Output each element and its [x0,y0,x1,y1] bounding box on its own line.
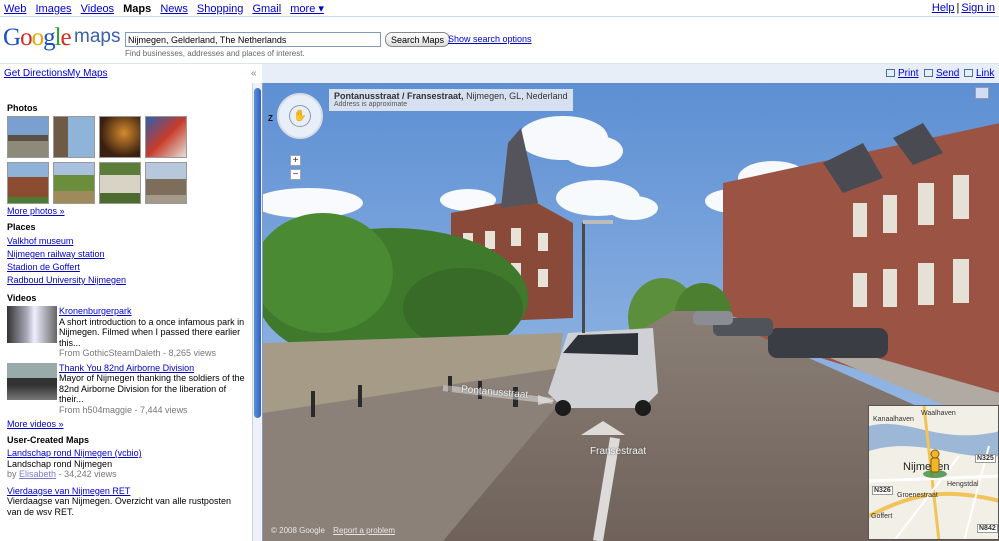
street-name: Pontanusstraat / Fransestraat, [334,91,464,101]
user-map-title-link[interactable]: Vierdaagse van Nijmegen RET [7,486,130,496]
user-map-title-link[interactable]: Landschap rond Nijmegen (vcbio) [7,448,142,458]
user-map-by: by [7,469,17,479]
nav-gmail[interactable]: Gmail [252,3,281,15]
user-map-description: Landschap rond Nijmegen [7,458,113,469]
more-videos-link[interactable]: More videos » [7,419,245,429]
photo-thumbnail[interactable] [99,116,141,158]
photo-thumbnail[interactable] [7,116,49,158]
user-map-result: Vierdaagse van Nijmegen RET Vierdaagse v… [7,486,245,518]
video-result: Thank You 82nd Airborne Division Mayor o… [7,362,245,416]
pegman-icon[interactable] [921,448,949,480]
place-link[interactable]: Valkhof museum [7,235,245,248]
header: Google maps Search Maps Show search opti… [0,18,999,62]
search-input[interactable] [125,32,381,47]
map-street-label: Hengstdal [947,481,979,488]
hand-grab-icon[interactable]: ✋ [289,105,311,127]
nav-shopping[interactable]: Shopping [197,3,244,15]
google-logo[interactable]: Google [3,24,72,52]
copyright-notice: © 2008 Google Report a problem [271,526,395,535]
left-panel: Photos More photos » Places Valkhof muse… [0,83,252,541]
maps-product-name: maps [74,26,121,47]
nav-web[interactable]: Web [4,3,26,15]
left-panel-scrollbar[interactable] [252,83,262,541]
zoom-label: Z [268,114,273,123]
user-map-author-link[interactable]: Elisabeth [19,469,56,479]
fullscreen-icon[interactable] [975,87,989,99]
chain-link-icon [964,69,973,77]
search-hint: Find businesses, addresses and places of… [125,49,305,58]
video-thumbnail[interactable] [7,362,57,400]
places-heading: Places [7,222,36,232]
more-photos-link[interactable]: More photos » [7,206,245,216]
nav-more[interactable]: more ▾ [290,3,324,15]
map-label: Kanaalhaven [873,416,914,423]
pan-control[interactable]: ✋ [277,93,323,139]
user-map-description: Vierdaagse van Nijmegen. Overzicht van a… [7,496,231,517]
photo-thumbnail[interactable] [145,116,187,158]
video-description: Mayor of Nijmegen thanking the soldiers … [59,373,245,404]
get-directions-link[interactable]: Get Directions [4,68,67,79]
road-shield: N326 [872,486,893,495]
nav-maps-current: Maps [123,3,152,15]
video-title-link[interactable]: Kronenburgerpark [59,306,132,316]
user-map-views: - 34,242 views [58,469,117,479]
top-navigation-bar: Web Images Videos Maps News Shopping Gma… [0,0,999,17]
zoom-in-button[interactable]: + [290,155,301,166]
nav-videos[interactable]: Videos [81,3,114,15]
address-approximate-note: Address is approximate [334,101,408,108]
locality: Nijmegen, GL, Nederland [466,91,568,101]
road-shield: N325 [975,454,996,463]
print-button[interactable]: Print [886,68,919,79]
video-title-link[interactable]: Thank You 82nd Airborne Division [59,363,194,373]
search-maps-button[interactable]: Search Maps [385,32,451,47]
product-links: Web Images Videos Maps News Shopping Gma… [4,2,330,15]
road-shield: N842 [977,524,998,533]
user-map-result: Landschap rond Nijmegen (vcbio) Landscha… [7,448,245,480]
scrollbar-thumb[interactable] [254,88,261,418]
photo-thumbnail[interactable] [99,162,141,204]
my-maps-link[interactable]: My Maps [67,68,108,79]
help-link[interactable]: Help [932,2,955,14]
map-label: Waalhaven [921,410,956,417]
place-link[interactable]: Stadion de Goffert [7,261,245,274]
video-description: A short introduction to a once infamous … [59,316,245,348]
overview-minimap[interactable]: Waalhaven Kanaalhaven Nijmegen N325 N326… [868,405,999,540]
map-street-label: Goffert [871,513,893,520]
video-result: Kronenburgerpark A short introduction to… [7,306,245,359]
zoom-out-button[interactable]: − [290,169,301,180]
photo-thumbnails [7,116,197,204]
account-links: Help | Sign in [931,2,995,14]
street-label-fransestraat[interactable]: Fransestraat [590,446,646,457]
show-search-options-link[interactable]: Show search options [448,34,532,44]
map-street-label: Groenestraat [897,492,938,499]
photo-thumbnail[interactable] [7,162,49,204]
collapse-panel-icon[interactable]: « [251,68,257,79]
place-link[interactable]: Radboud University Nijmegen [7,274,245,287]
photos-heading: Photos [7,103,38,113]
videos-heading: Videos [7,293,37,303]
send-button[interactable]: Send [924,68,959,79]
nav-news[interactable]: News [160,3,188,15]
photo-thumbnail[interactable] [53,162,95,204]
map-toolbar: Print Send Link [262,64,999,84]
video-thumbnail[interactable] [7,306,57,343]
address-overlay: Pontanusstraat / Fransestraat, Nijmegen,… [329,89,573,111]
video-meta: From GothicSteamDaleth - 8,265 views [59,348,217,358]
place-link[interactable]: Nijmegen railway station [7,248,245,261]
photo-thumbnail[interactable] [53,116,95,158]
link-bar: Get Directions My Maps « Print Send Link [0,63,999,84]
street-view-panorama[interactable]: Pontanusstraat / Fransestraat, Nijmegen,… [262,83,999,541]
photo-thumbnail[interactable] [145,162,187,204]
video-meta: From h504maggie - 7,444 views [59,404,188,415]
sign-in-link[interactable]: Sign in [961,2,995,14]
envelope-icon [924,69,933,77]
link-button[interactable]: Link [964,68,994,79]
nav-images[interactable]: Images [35,3,71,15]
user-created-maps-heading: User-Created Maps [7,435,90,445]
printer-icon [886,69,895,77]
report-problem-link[interactable]: Report a problem [333,526,395,535]
